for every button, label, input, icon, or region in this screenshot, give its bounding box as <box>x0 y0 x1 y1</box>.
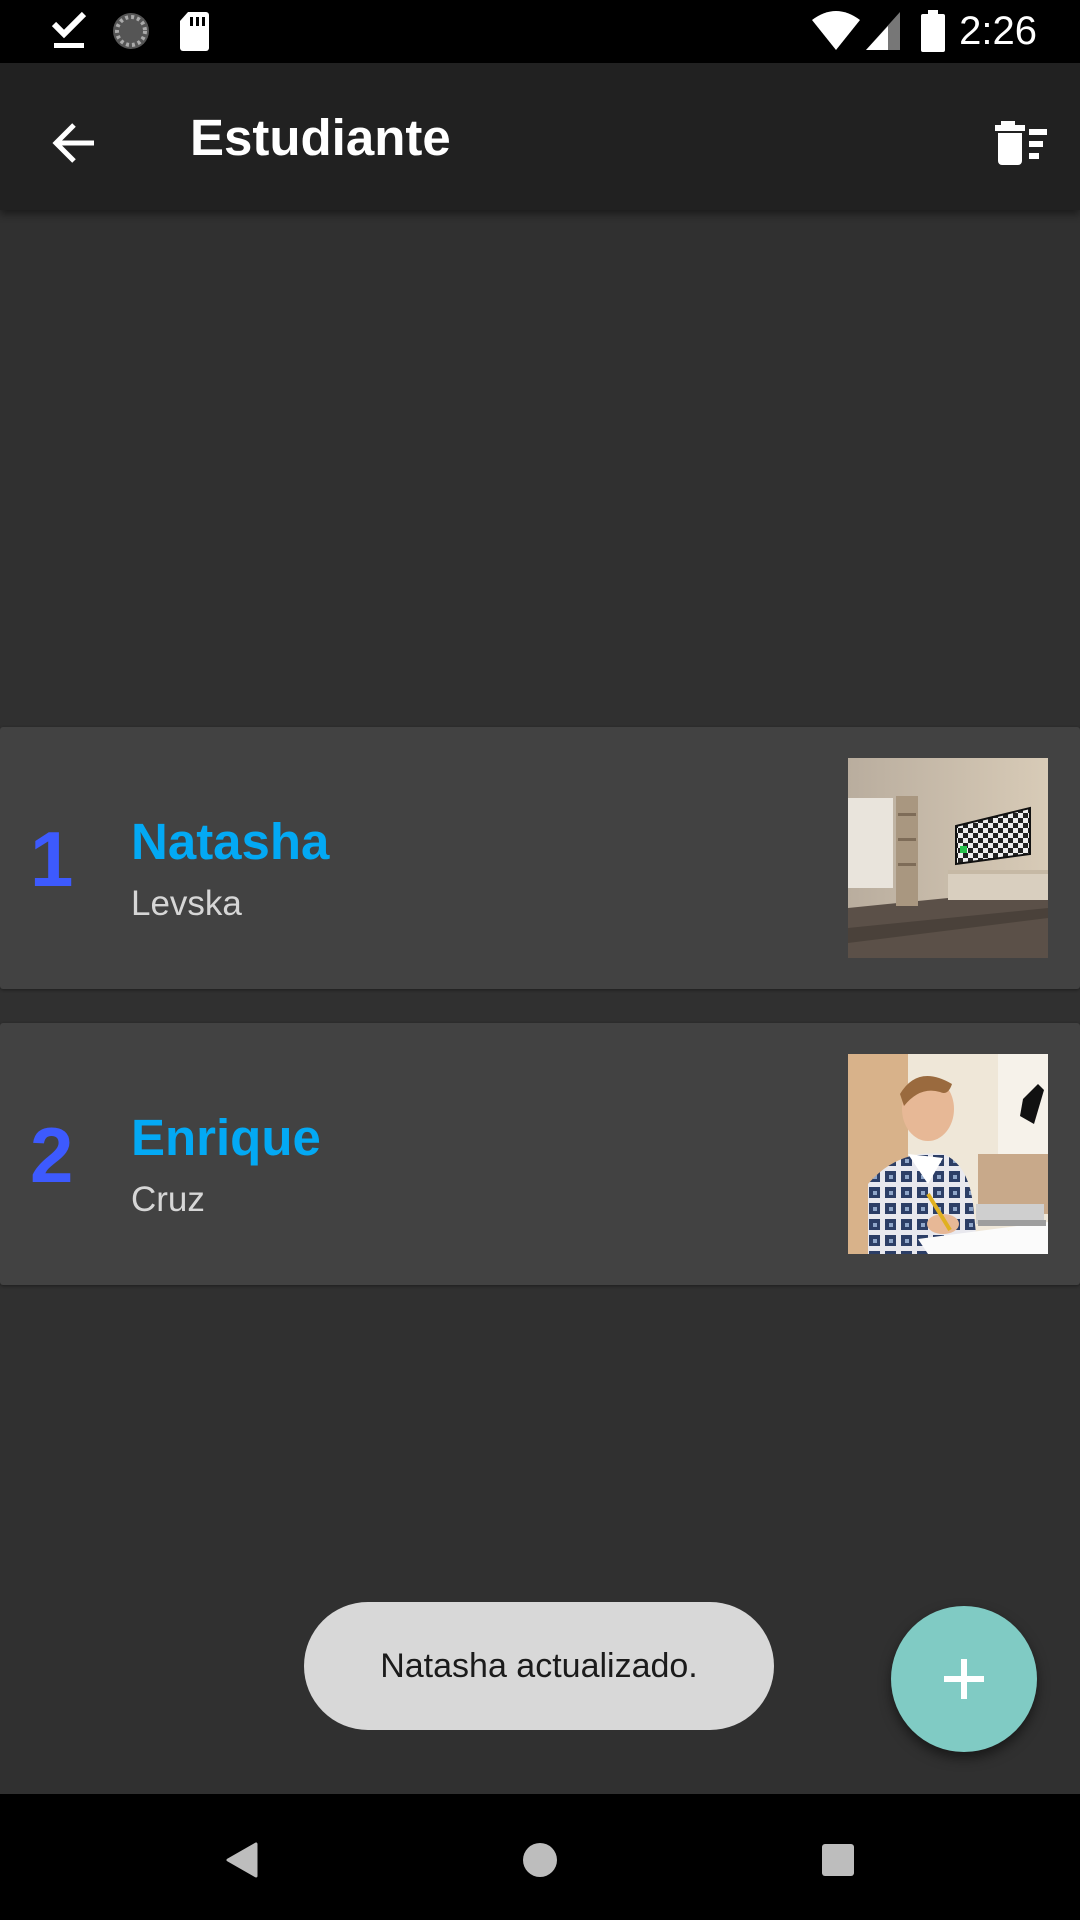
page-title: Estudiante <box>190 109 451 166</box>
student-number: 2 <box>30 1111 74 1199</box>
wifi-icon <box>812 11 860 50</box>
delete-all-button[interactable] <box>980 101 1064 185</box>
student-writing-photo <box>848 1054 1048 1254</box>
student-card[interactable]: 2 Enrique Cruz <box>0 1023 1080 1285</box>
app-toolbar: Estudiante <box>0 63 1080 210</box>
student-number: 1 <box>30 815 74 903</box>
student-first-name: Enrique <box>131 1109 321 1166</box>
toast-message: Natasha actualizado. <box>304 1602 774 1730</box>
add-icon <box>944 1659 984 1699</box>
home-circle-icon <box>523 1843 557 1877</box>
nav-back-button[interactable] <box>194 1812 290 1908</box>
system-nav-bar <box>0 1794 1080 1920</box>
nav-home-button[interactable] <box>492 1812 588 1908</box>
student-last-name: Cruz <box>131 1180 205 1219</box>
loading-spinner-icon <box>113 13 149 49</box>
student-photo[interactable] <box>848 758 1048 958</box>
student-card[interactable]: 1 Natasha Levska <box>0 727 1080 989</box>
student-last-name: Levska <box>131 884 242 923</box>
arrow-back-icon <box>52 123 94 163</box>
toast-text: Natasha actualizado. <box>380 1646 698 1685</box>
recents-square-icon <box>822 1844 854 1876</box>
battery-icon <box>921 10 945 52</box>
status-bar: 2:26 <box>0 0 1080 63</box>
add-student-button[interactable] <box>891 1606 1037 1752</box>
back-button[interactable] <box>32 101 116 185</box>
sd-card-icon <box>180 12 209 51</box>
nav-recents-button[interactable] <box>790 1812 886 1908</box>
cell-signal-icon <box>866 12 900 50</box>
delete-sweep-icon <box>995 121 1047 165</box>
screen: 2:26 Estudiante 1 Natasha Levska 2 Enriq… <box>0 0 1080 1920</box>
download-done-icon <box>51 11 87 48</box>
room-with-tv-photo <box>848 758 1048 958</box>
student-photo[interactable] <box>848 1054 1048 1254</box>
student-first-name: Natasha <box>131 813 330 870</box>
back-triangle-icon <box>226 1842 258 1878</box>
clock: 2:26 <box>959 9 1037 53</box>
